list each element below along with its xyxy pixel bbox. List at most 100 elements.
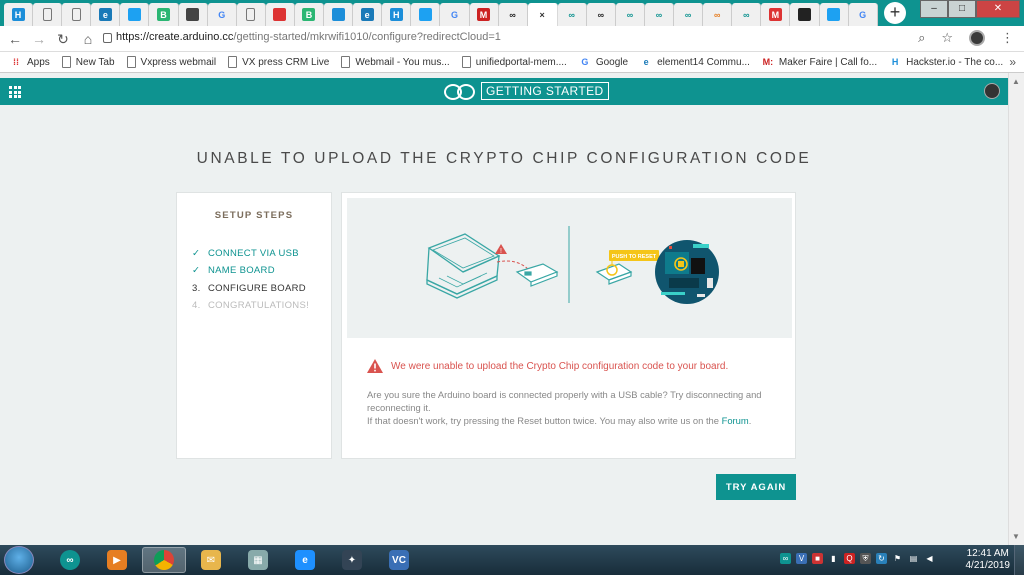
reload-icon[interactable]: ↻ [54,30,72,48]
minimize-button[interactable]: – [920,0,948,18]
bookmark-label: VX press CRM Live [242,56,330,68]
taskbar-app-1[interactable]: ▶ [95,547,139,573]
forward-icon[interactable]: → [30,30,48,48]
taskbar-app-4[interactable]: ▦ [236,547,280,573]
tab-17[interactable]: ∞ [498,3,528,26]
tab-19[interactable]: ∞ [557,3,587,26]
twitter-icon [418,8,432,21]
arduino-icon: ∞ [597,9,605,20]
tab-6[interactable] [178,3,208,26]
tab-24[interactable]: ∞ [703,3,733,26]
tab-18[interactable]: × [527,3,558,26]
start-button[interactable] [4,546,34,574]
taskbar-app-7[interactable]: VC [377,547,421,573]
apps-grid-icon[interactable] [9,86,21,98]
tray-shield-icon[interactable]: ⛨ [860,553,871,564]
bookmark-6[interactable]: G Google [579,56,628,68]
bookmark-label: New Tab [75,56,115,68]
tab-13[interactable]: H [382,3,412,26]
page-icon [341,56,351,68]
tab-1[interactable] [33,3,63,26]
tray-vc-icon[interactable]: V [796,553,807,564]
tab-9[interactable] [265,3,295,26]
brand[interactable]: GETTING STARTED [444,82,609,100]
taskbar-app-6[interactable]: ✦ [330,547,374,573]
tab-12[interactable]: e [353,3,383,26]
bookmarks-more-icon[interactable]: » [1009,55,1016,69]
bookmark-8[interactable]: M: Maker Faire | Call fo... [762,56,877,68]
tab-7[interactable]: G [207,3,237,26]
bookmark-5[interactable]: unifiedportal-mem.... [461,56,567,68]
apps-icon: ⁞⁞ [13,57,19,67]
tab-26[interactable]: M [761,3,791,26]
bookmark-1[interactable]: New Tab [61,56,115,68]
close-window-button[interactable]: ✕ [976,0,1020,18]
bookmark-3[interactable]: VX press CRM Live [228,56,329,68]
gmail-icon: M [768,8,782,21]
tab-5[interactable]: B [149,3,179,26]
bookmark-label: unifiedportal-mem.... [475,56,567,68]
tab-25[interactable]: ∞ [732,3,762,26]
try-again-button[interactable]: TRY AGAIN [716,474,796,500]
setup-steps-heading: SETUP STEPS [214,210,294,221]
tab-4[interactable] [120,3,150,26]
back-icon[interactable]: ← [6,30,24,48]
close-icon[interactable]: × [536,8,549,21]
show-desktop-button[interactable] [1014,545,1024,575]
tab-2[interactable] [62,3,92,26]
bookmark-0[interactable]: ⁞⁞ Apps [10,56,50,68]
maximize-button[interactable]: □ [948,0,976,18]
tray-signal-icon[interactable]: ▮ [828,553,839,564]
tab-23[interactable]: ∞ [674,3,704,26]
new-tab-button[interactable]: + [884,2,906,24]
tab-15[interactable]: G [440,3,470,26]
tray-sync-icon[interactable]: ↻ [876,553,887,564]
tab-16[interactable]: M [469,3,499,26]
tab-11[interactable] [324,3,354,26]
menu-icon[interactable]: ⋮ [1001,30,1014,46]
calculator-icon: ▦ [248,550,268,570]
element14-icon: e [360,8,374,21]
bookmark-2[interactable]: Vxpress webmail [126,56,216,68]
tray-network-icon[interactable]: ▤ [908,553,919,564]
profile-avatar[interactable] [969,30,985,46]
star-icon[interactable]: ☆ [941,30,953,46]
scroll-down-icon[interactable]: ▼ [1012,532,1020,541]
taskbar-app-5[interactable]: e [283,547,327,573]
tab-3[interactable]: e [91,3,121,26]
tab-22[interactable]: ∞ [644,3,675,26]
tab-8[interactable] [236,3,266,26]
forum-link[interactable]: Forum [722,415,749,426]
tray-flag-icon[interactable]: ⚑ [892,553,903,564]
tab-27[interactable] [790,3,820,26]
tab-0[interactable]: H [4,3,34,26]
arduino-logo-icon [444,83,476,100]
tab-14[interactable] [411,3,441,26]
tray-volume-icon[interactable]: ◀ [924,553,935,564]
url-host: https://create.arduino.cc [116,31,234,43]
clock[interactable]: 12:41 AM 4/21/2019 [966,548,1011,572]
google-icon: G [859,9,867,20]
url-field[interactable]: https://create.arduino.cc/getting-starte… [116,31,501,43]
zoom-icon[interactable]: ⌕ [918,30,925,46]
bookmark-9[interactable]: H Hackster.io - The co... [889,56,1003,68]
tray-q-icon[interactable]: Q [844,553,855,564]
home-icon[interactable]: ⌂ [79,30,97,48]
tab-10[interactable]: B [294,3,325,26]
taskbar-app-2[interactable] [142,547,186,573]
user-avatar[interactable] [984,83,1000,99]
tab-29[interactable]: G [848,3,878,26]
tab-20[interactable]: ∞ [586,3,616,26]
taskbar-app-3[interactable]: ✉ [189,547,233,573]
page-scrollbar[interactable]: ▲ ▼ [1008,73,1024,545]
setup-step-label: CONFIGURE BOARD [208,282,306,294]
tab-28[interactable] [819,3,849,26]
taskbar-app-0[interactable]: ∞ [48,547,92,573]
tab-21[interactable]: ∞ [615,3,645,26]
tray-red-icon[interactable]: ■ [812,553,823,564]
scroll-up-icon[interactable]: ▲ [1012,77,1020,86]
bookmark-7[interactable]: e element14 Commu... [640,56,750,68]
warning-icon [367,359,383,373]
bookmark-4[interactable]: Webmail - You mus... [341,56,450,68]
tray-arduino-icon[interactable]: ∞ [780,553,791,564]
